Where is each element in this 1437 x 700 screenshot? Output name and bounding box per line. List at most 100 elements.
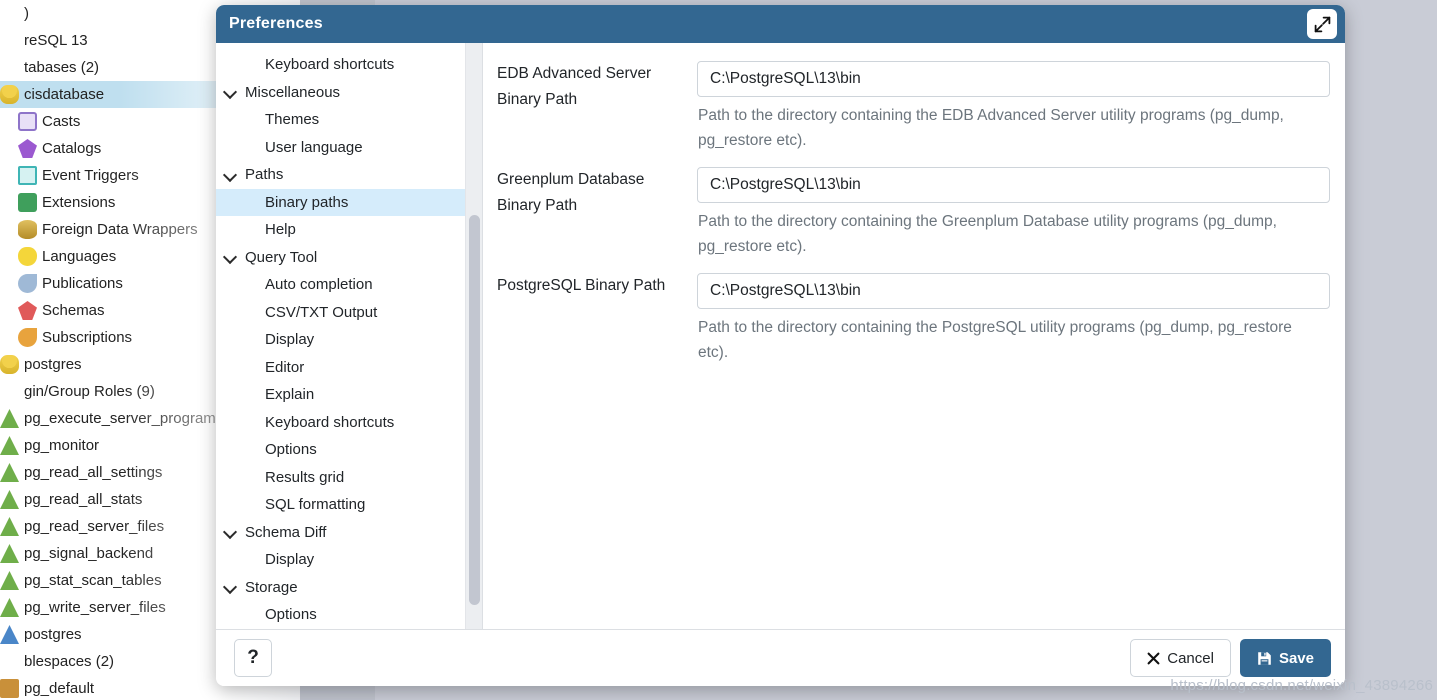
tablespace-icon [0,679,19,698]
nav-scrollbar[interactable] [465,43,482,629]
none-icon [0,4,19,23]
browser-tree-item-label: blespaces (2) [24,653,115,670]
extension-icon [18,193,37,212]
dialog-body: Keyboard shortcuts Miscellaneous Themes Use… [216,43,1345,630]
role-icon [0,463,19,482]
chevron-down-icon[interactable] [224,580,238,594]
pref-nav-item-keyboard-shortcuts[interactable]: Keyboard shortcuts [216,409,482,437]
pref-nav-item-label: Keyboard shortcuts [265,56,395,74]
cancel-button[interactable]: Cancel [1130,639,1231,677]
role-icon [0,490,19,509]
preference-field: EDB Advanced Server Binary Path Path to t… [497,61,1330,153]
pref-nav-item-label: Auto completion [265,276,373,294]
pref-nav-item-sql-formatting[interactable]: SQL formatting [216,491,482,519]
help-button[interactable]: ? [234,639,272,677]
preferences-nav-tree[interactable]: Keyboard shortcuts Miscellaneous Themes Use… [216,43,483,629]
pref-nav-item-editor[interactable]: Editor [216,354,482,382]
chevron-down-icon[interactable] [224,250,238,264]
pref-nav-item-csv-txt-output[interactable]: CSV/TXT Output [216,299,482,327]
role-icon [0,409,19,428]
preferences-nav-list: Keyboard shortcuts Miscellaneous Themes Use… [216,43,482,629]
catalog-icon [18,139,37,158]
save-button[interactable]: Save [1239,639,1331,677]
pref-nav-item-themes[interactable]: Themes [216,106,482,134]
pref-nav-item-label: Storage [245,578,298,596]
pref-nav-item-explain[interactable]: Explain [216,381,482,409]
browser-tree-item-label: Casts [42,113,81,130]
pref-nav-item-miscellaneous[interactable]: Miscellaneous [216,79,482,107]
none-icon [0,382,19,401]
language-icon [18,247,37,266]
browser-tree-item-label: Foreign Data Wrappers [42,221,198,238]
preference-field: PostgreSQL Binary Path Path to the direct… [497,273,1330,365]
browser-tree-item-label: pg_read_server_files [24,518,165,535]
pref-nav-item-query-tool[interactable]: Query Tool [216,244,482,272]
browser-tree-item-label: Event Triggers [42,167,139,184]
binary-path-input[interactable] [697,273,1330,309]
preference-field-label: EDB Advanced Server Binary Path [497,65,652,108]
browser-tree-item-label: pg_monitor [24,437,100,454]
save-button-label: Save [1278,649,1314,667]
pref-nav-item-keyboard-shortcuts[interactable]: Keyboard shortcuts [216,51,482,79]
cancel-button-label: Cancel [1167,649,1214,667]
pref-nav-item-display[interactable]: Display [216,326,482,354]
browser-tree-item-label: reSQL 13 [24,32,88,49]
cast-icon [18,112,37,131]
publication-icon [18,274,37,293]
dialog-title: Preferences [229,15,323,32]
pref-nav-item-label: Keyboard shortcuts [265,413,395,431]
pref-nav-item-label: CSV/TXT Output [265,303,378,321]
pref-nav-item-label: Display [265,331,315,349]
chevron-down-icon[interactable] [224,525,238,539]
browser-tree-item-label: Schemas [42,302,105,319]
subscription-icon [18,328,37,347]
preference-field-control: Path to the directory containing the EDB… [697,61,1330,153]
pref-nav-item-paths[interactable]: Paths [216,161,482,189]
preference-field-label: PostgreSQL Binary Path [497,277,666,294]
preferences-content-pane: EDB Advanced Server Binary Path Path to t… [483,43,1345,629]
chevron-down-icon[interactable] [224,168,238,182]
browser-tree-item-label: Publications [42,275,123,292]
preference-field-control: Path to the directory containing the Pos… [697,273,1330,365]
pref-nav-item-label: SQL formatting [265,496,366,514]
browser-tree-item-label: postgres [24,626,82,643]
browser-tree-item-label: pg_signal_backend [24,545,154,562]
pref-nav-item-display[interactable]: Display [216,546,482,574]
pref-nav-item-label: Options [265,606,317,624]
role-icon [0,571,19,590]
pref-nav-item-binary-paths[interactable]: Binary paths [216,188,482,216]
browser-tree-item-label: Catalogs [42,140,102,157]
pref-nav-item-label: Display [265,551,315,569]
none-icon [0,652,19,671]
pref-nav-item-label: Query Tool [245,248,318,266]
preference-field-control: Path to the directory containing the Gre… [697,167,1330,259]
browser-tree-item-label: Extensions [42,194,116,211]
browser-tree-item-label: pg_read_all_stats [24,491,143,508]
pref-nav-item-schema-diff[interactable]: Schema Diff [216,519,482,547]
pref-nav-item-options[interactable]: Options [216,601,482,629]
pref-nav-item-results-grid[interactable]: Results grid [216,464,482,492]
pref-nav-item-label: Options [265,441,317,459]
pref-nav-item-label: Results grid [265,468,345,486]
pref-nav-item-options[interactable]: Options [216,436,482,464]
browser-tree-item-label: cisdatabase [24,86,105,103]
expand-diagonal-icon[interactable] [1307,9,1337,39]
role-icon [0,544,19,563]
event-icon [18,166,37,185]
pref-nav-item-label: Themes [265,111,320,129]
chevron-down-icon[interactable] [224,85,238,99]
browser-tree-item-label: pg_write_server_files [24,599,166,616]
binary-path-input[interactable] [697,61,1330,97]
pref-nav-item-auto-completion[interactable]: Auto completion [216,271,482,299]
browser-tree-item-label: ) [24,5,29,22]
nav-scrollbar-thumb[interactable] [469,215,480,605]
browser-tree-item-label: pg_execute_server_program [24,410,216,427]
pref-nav-item-storage[interactable]: Storage [216,574,482,602]
pref-nav-item-label: Help [265,221,296,239]
pref-nav-item-user-language[interactable]: User language [216,134,482,162]
pref-nav-item-help[interactable]: Help [216,216,482,244]
binary-path-input[interactable] [697,167,1330,203]
browser-tree-item-label: tabases (2) [24,59,100,76]
preference-field: Greenplum Database Binary Path Path to th… [497,167,1330,259]
database-icon [0,85,19,104]
